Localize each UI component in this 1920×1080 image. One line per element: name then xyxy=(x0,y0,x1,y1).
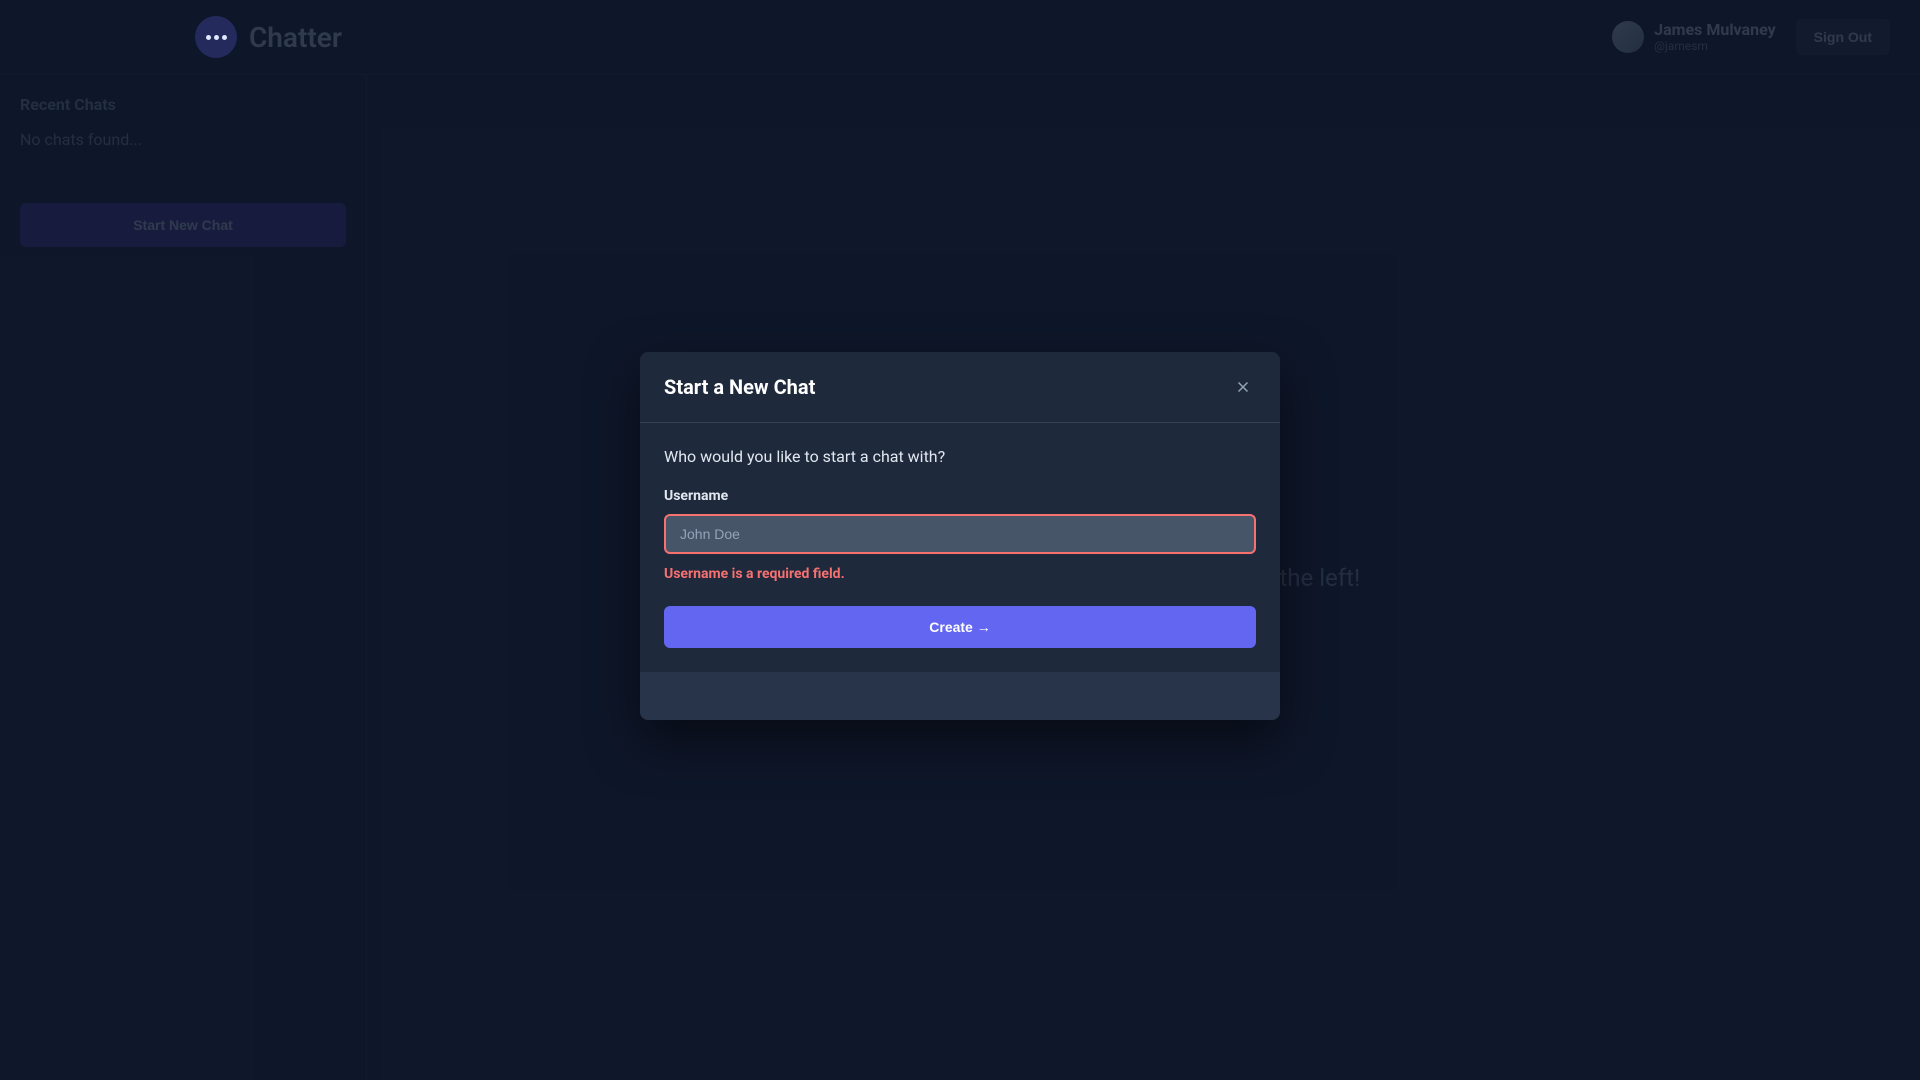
new-chat-modal: Start a New Chat Who would you like to s… xyxy=(640,352,1280,720)
username-label: Username xyxy=(664,488,1256,504)
validation-error: Username is a required field. xyxy=(664,566,1256,582)
modal-body: Who would you like to start a chat with?… xyxy=(640,423,1280,672)
modal-title: Start a New Chat xyxy=(664,375,815,399)
close-button[interactable] xyxy=(1230,374,1256,400)
modal-header: Start a New Chat xyxy=(640,352,1280,423)
modal-overlay[interactable]: Start a New Chat Who would you like to s… xyxy=(0,0,1920,1080)
modal-footer xyxy=(640,672,1280,720)
modal-prompt: Who would you like to start a chat with? xyxy=(664,447,1256,466)
username-input[interactable] xyxy=(664,514,1256,554)
close-icon xyxy=(1234,378,1252,396)
create-button[interactable]: Create → xyxy=(664,606,1256,648)
